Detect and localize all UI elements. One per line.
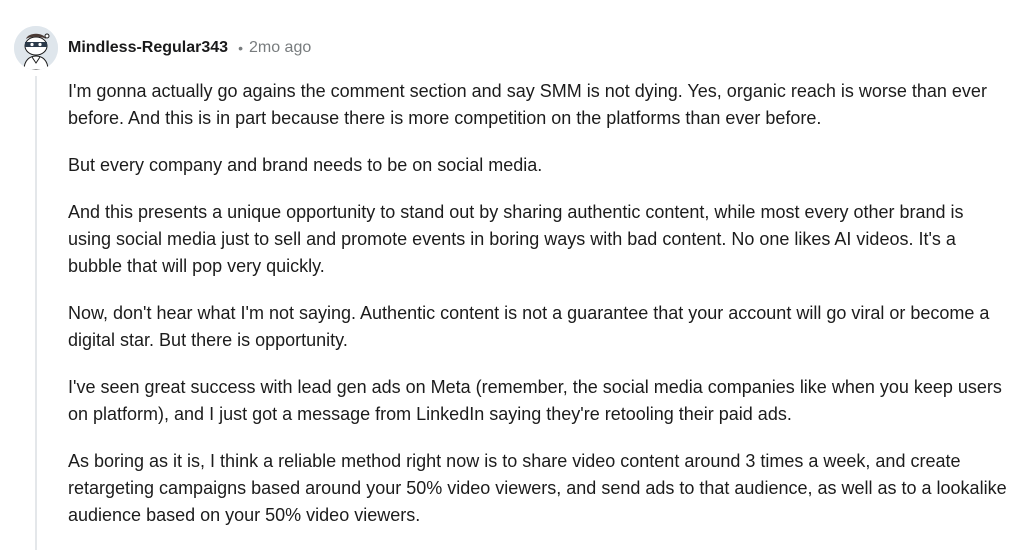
comment-body: I'm gonna actually go agains the comment… (68, 78, 1008, 549)
comment-paragraph: I'm gonna actually go agains the comment… (68, 81, 987, 128)
comment: Mindless-Regular343 • 2mo ago I'm gonna … (0, 0, 1024, 550)
user-avatar-icon[interactable] (14, 26, 58, 70)
meta-separator: • (238, 40, 243, 56)
comment-paragraph: But every company and brand needs to be … (68, 155, 543, 175)
snoo-avatar-icon (14, 26, 58, 70)
comment-paragraph: Now, don't hear what I'm not saying. Aut… (68, 303, 990, 350)
comment-meta: Mindless-Regular343 • 2mo ago (68, 37, 311, 59)
comment-paragraph: I've seen great success with lead gen ad… (68, 377, 1002, 424)
comment-age[interactable]: 2mo ago (249, 39, 311, 57)
author-name[interactable]: Mindless-Regular343 (68, 39, 228, 57)
comment-paragraph: As boring as it is, I think a reliable m… (68, 451, 1007, 525)
thread-line[interactable] (35, 76, 37, 550)
comment-paragraph: And this presents a unique opportunity t… (68, 202, 964, 276)
